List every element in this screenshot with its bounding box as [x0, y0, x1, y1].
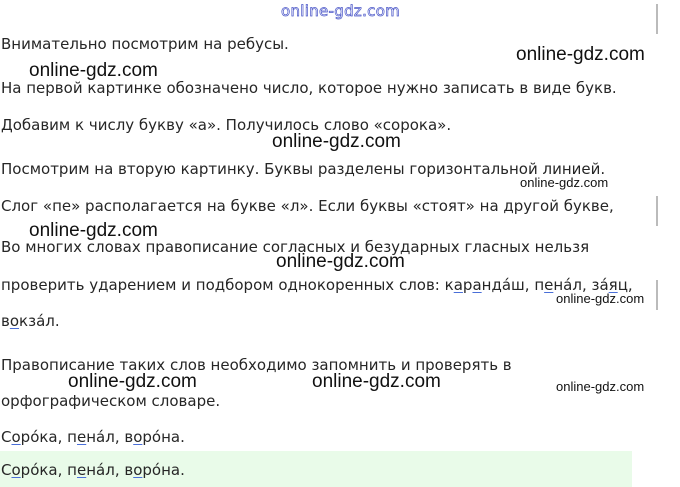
watermark: online-gdz.com: [29, 220, 158, 241]
scroll-divider: [656, 196, 658, 226]
answer-word-penal: пена́л: [67, 461, 115, 479]
example-word-karandash: каранда́ш: [444, 276, 525, 294]
answer-line-plain: Соро́ка, пена́л, воро́на.: [1, 428, 185, 446]
text-line-8: вокза́л.: [1, 311, 60, 331]
example-word-vokzal: вокза́л.: [1, 312, 60, 330]
scroll-divider: [656, 4, 658, 34]
answer-word-soroka: Соро́ка: [1, 428, 58, 446]
watermark: online-gdz.com: [29, 60, 158, 81]
text-line-4: Посмотрим на вторую картинку. Буквы разд…: [1, 160, 606, 178]
answer-word-vorona: воро́на.: [124, 461, 185, 479]
text-line-10: орфографическом словаре.: [1, 392, 221, 410]
text-line-7: проверить ударением и подбором однокорен…: [1, 276, 633, 294]
watermark: online-gdz.com: [68, 371, 197, 392]
scroll-divider: [656, 280, 658, 310]
answer-word-penal: пена́л: [67, 428, 115, 446]
watermark: online-gdz.com: [276, 251, 405, 272]
text-line-1: Внимательно посмотрим на ребусы.: [1, 35, 289, 53]
watermark-small: online-gdz.com: [556, 291, 645, 306]
text-line-5: Слог «пе» располагается на букве «л». Ес…: [1, 197, 614, 215]
answer-line-highlighted: Соро́ка, пена́л, воро́на.: [1, 461, 185, 479]
answer-word-vorona: воро́на.: [124, 428, 185, 446]
watermark-top: online-gdz.com: [281, 2, 401, 21]
watermark: online-gdz.com: [272, 131, 401, 152]
watermark: online-gdz.com: [516, 44, 645, 65]
watermark: online-gdz.com: [312, 371, 441, 392]
watermark-small: online-gdz.com: [520, 175, 609, 190]
text-line-7-main: проверить ударением и подбором однокорен…: [1, 276, 440, 294]
watermark-small: online-gdz.com: [556, 379, 645, 394]
answer-word-soroka: Соро́ка: [1, 461, 58, 479]
